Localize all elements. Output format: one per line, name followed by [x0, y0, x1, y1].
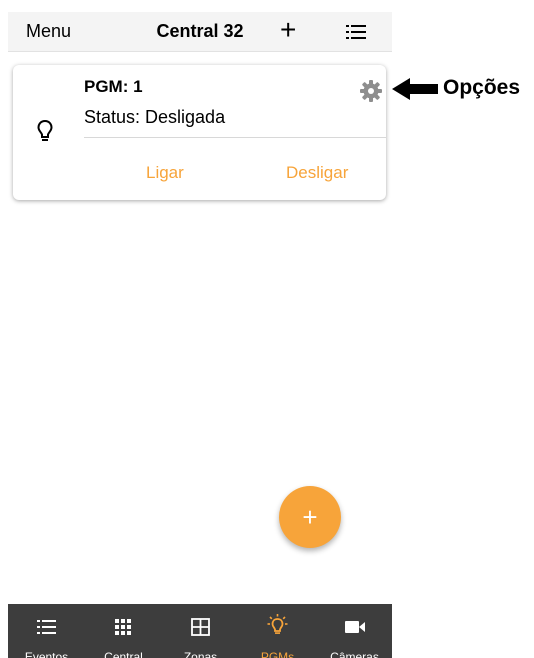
arrow-left-icon	[392, 78, 438, 100]
turn-off-button[interactable]: Desligar	[286, 163, 348, 183]
tab-eventos[interactable]: Eventos	[8, 604, 85, 658]
options-annotation: Opções	[443, 76, 521, 99]
list-view-icon[interactable]	[346, 24, 366, 40]
card-divider	[84, 137, 386, 138]
page-title: Central 32	[156, 21, 244, 41]
app-screen: Menu Central 32 + PGM: 1 Status: Desliga…	[8, 0, 392, 658]
tab-label: Eventos	[24, 650, 69, 658]
pgm-card: PGM: 1 Status: Desligada Ligar Desligar	[13, 65, 386, 200]
pgm-title: PGM: 1	[84, 77, 143, 96]
tab-bar: Eventos Central Zonas PGMs Câmeras	[8, 604, 392, 658]
tab-label: PGMs	[260, 650, 295, 658]
bulb-icon	[267, 614, 288, 634]
tab-label: Zonas	[183, 650, 218, 658]
add-button[interactable]: +	[280, 14, 296, 46]
tab-pgms[interactable]: PGMs	[239, 604, 316, 658]
grid-icon	[115, 619, 131, 635]
tab-label: Central	[104, 650, 143, 658]
tab-central[interactable]: Central	[85, 604, 162, 658]
navigation-bar: Menu Central 32 +	[8, 12, 392, 52]
list-icon	[37, 620, 56, 634]
turn-on-button[interactable]: Ligar	[146, 163, 184, 183]
add-pgm-fab[interactable]: +	[279, 486, 341, 548]
tab-label: Câmeras	[330, 650, 379, 658]
camera-icon	[345, 621, 365, 633]
gear-icon[interactable]	[360, 80, 382, 102]
bulb-icon	[37, 119, 53, 141]
zones-icon	[191, 618, 210, 636]
tab-cameras[interactable]: Câmeras	[316, 604, 393, 658]
tab-zonas[interactable]: Zonas	[162, 604, 239, 658]
pgm-status: Status: Desligada	[84, 107, 226, 127]
